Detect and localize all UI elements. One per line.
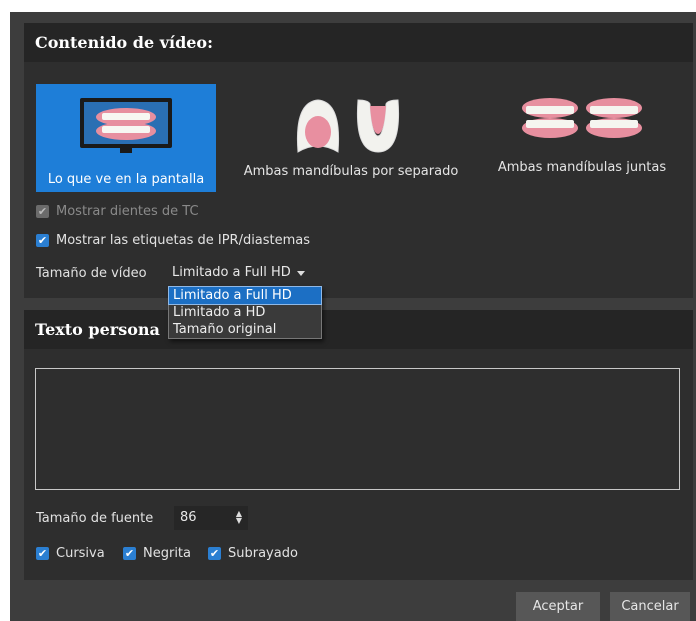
video-export-dialog: Contenido de vídeo: Lo que ve en la pant… <box>0 0 696 621</box>
italic-checkbox[interactable]: ✔ Cursiva <box>36 546 105 561</box>
show-ipr-labels-label: Mostrar las etiquetas de IPR/diastemas <box>56 233 311 248</box>
video-size-label: Tamaño de vídeo <box>36 266 147 281</box>
top-edge <box>0 0 696 12</box>
show-ct-teeth-label: Mostrar dientes de TC <box>56 204 199 219</box>
video-size-dropdown: Limitado a Full HD Limitado a HD Tamaño … <box>168 286 322 339</box>
checkmark-icon: ✔ <box>36 547 49 560</box>
separate-jaws-icon <box>296 99 400 153</box>
dropdown-option[interactable]: Limitado a Full HD <box>168 286 322 305</box>
show-ipr-labels-checkbox[interactable]: ✔ Mostrar las etiquetas de IPR/diastemas <box>36 233 310 248</box>
font-size-label: Tamaño de fuente <box>36 511 154 526</box>
video-size-select[interactable]: Limitado a Full HD <box>168 262 309 284</box>
dropdown-option[interactable]: Limitado a HD <box>169 304 321 321</box>
cancel-button[interactable]: Cancelar <box>610 592 690 621</box>
option-joined-jaws[interactable]: Ambas mandíbulas juntas <box>484 84 680 192</box>
accept-button[interactable]: Aceptar <box>516 592 600 621</box>
italic-label: Cursiva <box>56 546 105 561</box>
show-ct-teeth-checkbox[interactable]: ✔ Mostrar dientes de TC <box>36 204 199 219</box>
bold-label: Negrita <box>143 546 191 561</box>
monitor-teeth-icon <box>80 98 172 153</box>
checkmark-icon: ✔ <box>36 205 49 218</box>
option-separate-jaws-label: Ambas mandíbulas por separado <box>243 164 459 179</box>
option-what-you-see-label: Lo que ve en la pantalla <box>47 172 205 187</box>
chevron-down-icon <box>296 270 305 276</box>
left-edge <box>0 0 10 621</box>
spin-arrows-icon[interactable]: ▲ ▼ <box>236 510 242 525</box>
dropdown-option[interactable]: Tamaño original <box>169 321 321 338</box>
underline-label: Subrayado <box>228 546 298 561</box>
option-separate-jaws[interactable]: Ambas mandíbulas por separado <box>228 84 474 192</box>
custom-text-title: Texto persona <box>24 310 693 349</box>
bold-checkbox[interactable]: ✔ Negrita <box>123 546 191 561</box>
font-size-value: 86 <box>180 510 197 525</box>
checkmark-icon: ✔ <box>208 547 221 560</box>
option-joined-jaws-label: Ambas mandíbulas juntas <box>497 160 667 175</box>
underline-checkbox[interactable]: ✔ Subrayado <box>208 546 298 561</box>
video-size-value: Limitado a Full HD <box>172 265 291 280</box>
joined-jaws-icon <box>522 98 642 138</box>
checkmark-icon: ✔ <box>123 547 136 560</box>
video-content-title: Contenido de vídeo: <box>24 23 693 62</box>
option-what-you-see[interactable]: Lo que ve en la pantalla <box>36 84 216 192</box>
checkmark-icon: ✔ <box>36 234 49 247</box>
custom-text-area[interactable] <box>35 368 680 490</box>
font-size-stepper[interactable]: 86 ▲ ▼ <box>174 506 248 530</box>
